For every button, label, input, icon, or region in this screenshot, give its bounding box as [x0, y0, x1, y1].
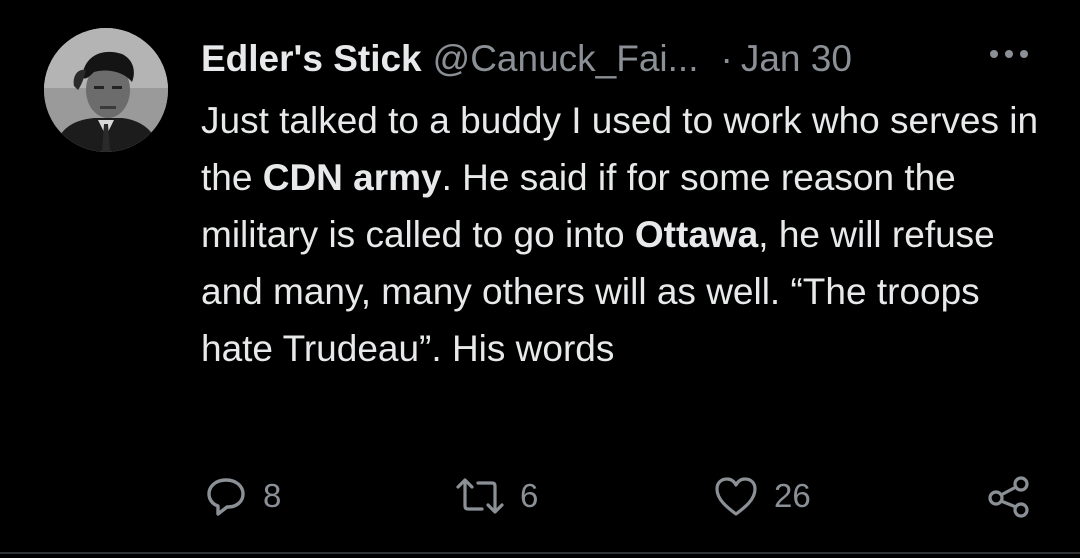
tweet[interactable]: Edler's Stick @Canuck_Fai... · Jan 30 Ju…	[0, 0, 1080, 552]
retweet-count: 6	[520, 477, 539, 514]
like-button[interactable]: 26	[712, 468, 811, 524]
avatar[interactable]	[44, 28, 168, 152]
tweet-text: Just talked to a buddy I used to work wh…	[201, 92, 1061, 377]
action-bar: 8 6 26	[0, 468, 1080, 524]
share-icon	[986, 473, 1032, 519]
tweet-text-bold-cdn-army: CDN army	[262, 157, 442, 198]
reply-button[interactable]: 8	[203, 468, 281, 524]
tweet-text-bold-ottawa: Ottawa	[634, 214, 759, 255]
reply-count: 8	[263, 477, 282, 514]
tweet-header: Edler's Stick @Canuck_Fai... · Jan 30	[201, 36, 852, 82]
share-button[interactable]	[986, 468, 1032, 524]
divider	[0, 552, 1080, 554]
retweet-button[interactable]: 6	[454, 468, 538, 524]
retweet-icon	[454, 473, 506, 519]
more-icon[interactable]	[986, 44, 1032, 64]
avatar-image	[44, 28, 168, 152]
user-handle[interactable]: @Canuck_Fai...	[433, 36, 699, 82]
separator-dot: ·	[720, 38, 733, 79]
reply-icon	[203, 473, 249, 519]
heart-icon	[712, 473, 760, 519]
display-name[interactable]: Edler's Stick	[201, 36, 422, 82]
tweet-date[interactable]: Jan 30	[741, 36, 852, 82]
like-count: 26	[774, 477, 811, 514]
